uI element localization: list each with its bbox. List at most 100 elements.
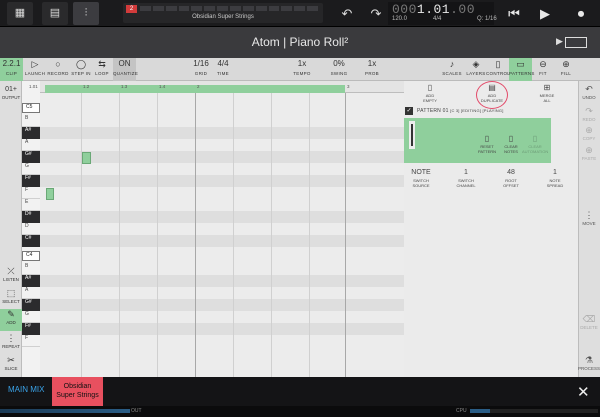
listen-tool[interactable]: ⤫ LISTEN [0,266,22,282]
key-f[interactable]: F [22,187,40,199]
close-icon[interactable]: ✕ [577,383,590,401]
instrument-tab-active[interactable]: Obsidian Super Strings [52,377,103,406]
track-segments [140,6,319,11]
key-a-low[interactable]: A [22,287,40,299]
reset-pattern-button[interactable]: ▯ RESET PATTERN [474,134,500,154]
repeat-tool[interactable]: ⋮ REPEAT [0,333,22,349]
grid-control[interactable]: 1/16 GRID [190,58,212,81]
key-g-sharp-low[interactable]: G# [22,299,40,311]
fit-button[interactable]: ⊖ FIT [532,58,554,81]
switch-source-control[interactable]: NOTE SWITCH SOURCE [404,168,438,188]
patterns-button[interactable]: ▭ PATTERNS [509,58,534,81]
quantize-button[interactable]: ON QUANTIZE [113,58,138,81]
output-selector[interactable]: 01+ OUTPUT [0,84,22,100]
key-c5[interactable]: C5 [22,103,40,113]
layers-button[interactable]: ◈ LAYERS [464,58,488,81]
key-e[interactable]: E [22,199,40,211]
tuning-fork-icon: ♪ [449,59,455,69]
key-g-sharp[interactable]: G# [22,151,40,163]
browser-icon[interactable]: ▤ [42,2,68,25]
controls-icon: ▯ [495,59,501,69]
loop-button[interactable]: ⇆ LOOP [93,58,111,81]
note-spread-control[interactable]: 1 NOTE SPREAD [538,168,572,188]
automation-icon: ▯ [532,134,538,143]
flask-icon: ⚗ [584,355,594,365]
time-control[interactable]: 4/4 TIME [212,58,234,81]
probability-control[interactable]: 1x PROB [360,58,384,81]
process-button[interactable]: ⚗ PROCESS [578,355,600,371]
key-f-low[interactable]: F [22,335,40,347]
key-b-low[interactable]: B [22,263,40,275]
key-d-sharp[interactable]: D# [22,211,40,223]
ruler-label: 1.4 [159,84,166,89]
key-a[interactable]: A [22,139,40,151]
key-a-sharp[interactable]: A# [22,127,40,139]
clip-button[interactable]: 2.2.1 CLIP [0,58,23,81]
loop-region[interactable] [45,85,345,93]
time-signature-readout: 4/4 [433,16,442,22]
key-b[interactable]: B [22,115,40,127]
layers-icon: ◈ [472,59,480,69]
record-icon[interactable]: ⏺ [567,2,595,25]
merge-icon: ⊞ [543,83,551,92]
play-icon[interactable]: ▶ [531,2,559,25]
scales-button[interactable]: ♪ SCALES [440,58,464,81]
undo-button[interactable]: ↶ UNDO [578,84,600,100]
expand-arrow-icon[interactable]: ▶ [556,36,563,47]
step-in-button[interactable]: ◯ STEP IN [70,58,92,81]
mixer-sliders-icon[interactable]: ⫶ [73,2,99,25]
launch-button[interactable]: ▷ LAUNCH [24,58,46,81]
note[interactable] [82,152,91,164]
copy-icon: ⊕ [585,125,593,135]
fill-button[interactable]: ⊕ FILL [555,58,577,81]
loop-icon: ⇆ [98,59,106,69]
main-mix-tab[interactable]: MAIN MIX [8,385,44,394]
zoom-icon: ⊖ [539,59,547,69]
key-f-sharp[interactable]: F# [22,175,40,187]
tempo-readout: 120.0 [392,16,408,22]
ruler-label-start: 1.01 [29,84,38,89]
move-button[interactable]: ⋮ MOVE [578,210,600,226]
ruler-label: 1.3 [121,84,128,89]
note-grid[interactable] [40,81,404,377]
key-g[interactable]: G [22,163,40,175]
swing-control[interactable]: 0% SWING [327,58,351,81]
switch-channel-control[interactable]: 1 SWITCH CHANNEL [449,168,483,188]
merge-all-button[interactable]: ⊞ MERGE ALL [534,83,560,103]
select-tool[interactable]: ⬚ SELECT [0,288,22,304]
quantize-readout: Q: 1/16 [477,16,497,22]
key-f-sharp-low[interactable]: F# [22,323,40,335]
slice-tool[interactable]: ✂ SLICE [0,355,22,371]
rewind-icon[interactable]: ⏮ [500,2,528,25]
key-d[interactable]: D [22,223,40,235]
note[interactable] [46,188,54,200]
undo-icon[interactable]: ↶ [334,2,360,25]
window-resize-icon[interactable] [565,37,587,48]
clear-automation-button[interactable]: ▯ CLEAR AUTOMATION [522,134,548,154]
grid-menu-icon[interactable]: ▦ [7,2,33,25]
paste-button[interactable]: ⊕ PASTE [578,145,600,161]
redo-icon: ↷ [585,106,593,116]
add-tool[interactable]: ✎ ADD [0,309,22,331]
delete-button[interactable]: ⌫ DELETE [578,314,600,330]
key-g-low[interactable]: G [22,311,40,323]
zoom-in-icon: ⊕ [562,59,570,69]
copy-button[interactable]: ⊕ COPY [578,125,600,141]
clip-value: 2.2.1 [2,59,21,68]
redo-icon[interactable]: ↷ [363,2,389,25]
controls-button[interactable]: ▯ CONTROLS [486,58,513,81]
key-c4[interactable]: C4 [22,251,40,261]
key-a-sharp-low[interactable]: A# [22,275,40,287]
clear-icon: ▯ [508,134,514,143]
record-button[interactable]: ○ RECORD [47,58,69,81]
add-empty-button[interactable]: ▯ ADD EMPTY [417,83,443,103]
clear-notes-button[interactable]: ▯ CLEAR NOTES [498,134,524,154]
root-offset-control[interactable]: 48 ROOT OFFSET [494,168,528,188]
pattern-checkbox[interactable]: ✓ [405,107,413,115]
key-c-sharp[interactable]: C# [22,235,40,247]
time-readout: 0001.01.00 [392,2,476,17]
redo-button[interactable]: ↷ REDO [578,106,600,122]
cpu-meter-fill [470,409,490,413]
folder-icon: ▭ [516,59,525,69]
tempo-control[interactable]: 1x TEMPO [291,58,313,81]
